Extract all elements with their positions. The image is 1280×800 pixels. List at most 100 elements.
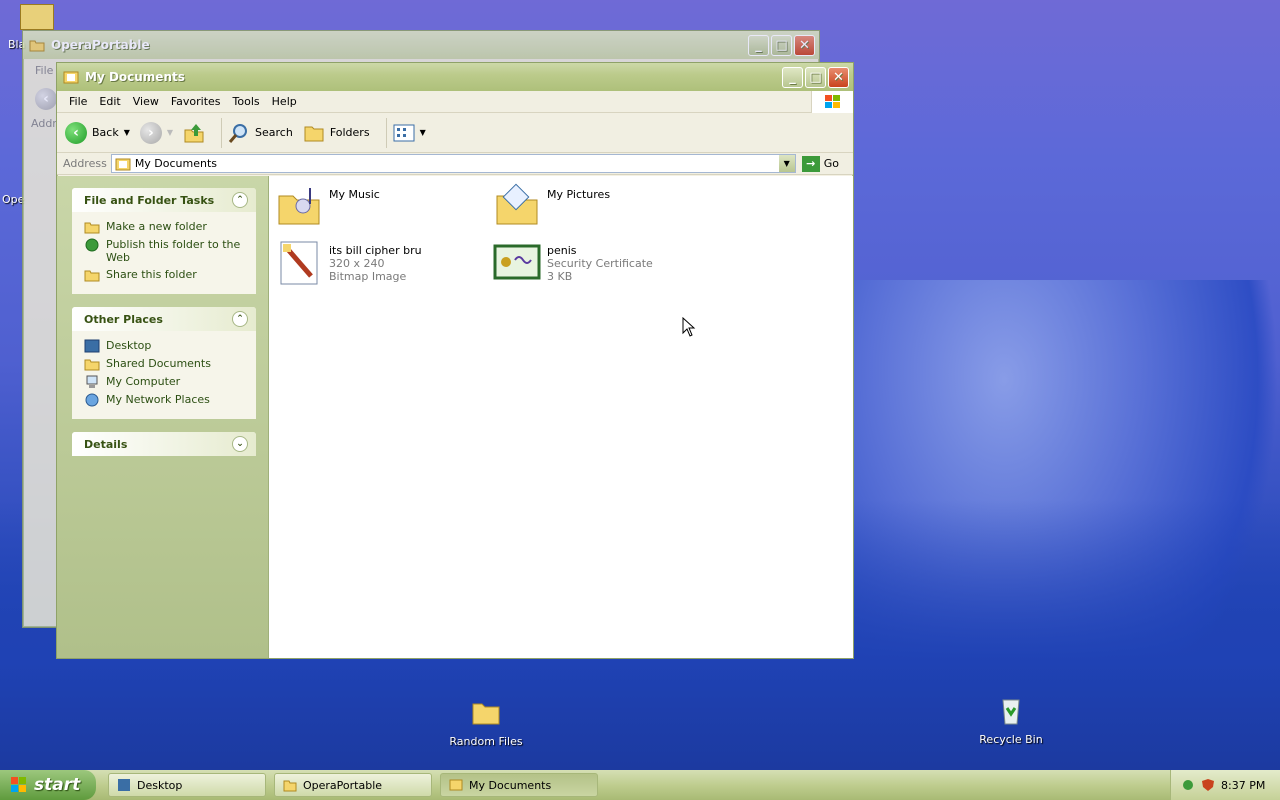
- go-button[interactable]: → Go: [801, 155, 839, 172]
- taskbar-item-desktop[interactable]: Desktop: [108, 773, 266, 797]
- my-computer-link[interactable]: My Computer: [84, 375, 250, 389]
- link-label: Shared Documents: [106, 357, 211, 370]
- file-name: penis: [547, 244, 577, 257]
- chevron-down-icon: ▼: [166, 128, 174, 137]
- menu-edit[interactable]: Edit: [93, 95, 126, 108]
- close-button[interactable]: ✕: [828, 66, 849, 88]
- panel-title: Details: [84, 437, 128, 451]
- search-button[interactable]: Search: [228, 122, 293, 144]
- file-item-bitmap[interactable]: its bill cipher bru 320 x 240 Bitmap Ima…: [275, 238, 485, 286]
- file-type: Security Certificate: [547, 257, 653, 270]
- desktop-icon-random-files[interactable]: Random Files: [441, 696, 531, 748]
- desktop-icon-label: Random Files: [449, 735, 523, 748]
- forward-button[interactable]: › ▼: [139, 121, 174, 144]
- panel-title: File and Folder Tasks: [84, 193, 215, 207]
- up-folder-button[interactable]: [183, 122, 205, 144]
- maximize-button[interactable]: □: [771, 34, 792, 56]
- desktop-icon-partial[interactable]: [20, 4, 54, 30]
- make-new-folder-link[interactable]: Make a new folder: [84, 220, 250, 234]
- certificate-icon: [493, 244, 541, 280]
- music-folder-icon: [278, 188, 320, 225]
- expand-icon[interactable]: ⌄: [232, 436, 248, 452]
- titlebar[interactable]: OperaPortable _ □ ✕: [23, 31, 819, 59]
- panel-header[interactable]: Other Places ⌃: [72, 307, 256, 331]
- file-type: Bitmap Image: [329, 270, 407, 283]
- link-label: My Computer: [106, 375, 181, 388]
- collapse-icon[interactable]: ⌃: [232, 311, 248, 327]
- start-button[interactable]: start: [0, 770, 96, 800]
- close-button[interactable]: ✕: [794, 34, 815, 56]
- file-item-certificate[interactable]: penis Security Certificate 3 KB: [493, 238, 703, 286]
- link-label: My Network Places: [106, 393, 210, 406]
- taskbar-item-operaportable[interactable]: OperaPortable: [274, 773, 432, 797]
- panel-title: Other Places: [84, 312, 163, 326]
- link-label: Share this folder: [106, 268, 197, 281]
- link-label: Desktop: [106, 339, 152, 352]
- task-label: OperaPortable: [303, 778, 383, 792]
- folders-label: Folders: [329, 126, 370, 139]
- network-tray-icon[interactable]: [1181, 778, 1195, 792]
- views-button[interactable]: ▼: [393, 124, 426, 142]
- pictures-folder-icon: [496, 183, 538, 225]
- link-label: Publish this folder to the Web: [106, 238, 241, 264]
- desktop-icon-recycle-bin[interactable]: Recycle Bin: [966, 694, 1056, 746]
- folder-icon: [84, 359, 100, 371]
- taskbar-item-my-documents[interactable]: My Documents: [440, 773, 598, 797]
- toolbar-separator: [385, 117, 387, 148]
- menu-file[interactable]: File: [63, 95, 93, 108]
- window-title: My Documents: [85, 70, 185, 84]
- minimize-button[interactable]: _: [748, 34, 769, 56]
- menu-view[interactable]: View: [127, 95, 165, 108]
- shared-documents-link[interactable]: Shared Documents: [84, 357, 250, 371]
- windows-logo-icon: [11, 777, 26, 792]
- file-name: My Pictures: [547, 188, 611, 201]
- minimize-button[interactable]: _: [782, 66, 803, 88]
- go-label: Go: [823, 157, 839, 170]
- security-shield-icon[interactable]: [1201, 778, 1215, 792]
- desktop-icon: [84, 339, 100, 353]
- chevron-down-icon[interactable]: ▼: [124, 128, 130, 137]
- share-folder-link[interactable]: Share this folder: [84, 268, 250, 282]
- folders-button[interactable]: Folders: [303, 122, 370, 144]
- maximize-button[interactable]: □: [805, 66, 826, 88]
- globe-icon: [85, 238, 99, 252]
- content-area: File and Folder Tasks ⌃ Make a new folde…: [57, 176, 853, 658]
- folders-icon: [304, 126, 324, 141]
- back-icon[interactable]: ‹: [35, 88, 57, 110]
- desktop-link[interactable]: Desktop: [84, 339, 250, 353]
- back-button[interactable]: ‹ Back ▼: [65, 121, 130, 144]
- desktop-icon-label: Recycle Bin: [979, 733, 1043, 746]
- menu-file[interactable]: File: [35, 64, 53, 77]
- back-label: Back: [92, 126, 119, 139]
- file-name: My Music: [329, 188, 380, 201]
- collapse-icon[interactable]: ⌃: [232, 192, 248, 208]
- file-item-my-pictures[interactable]: My Pictures: [493, 182, 703, 230]
- file-list: My Music My Pictures its bill cipher bru…: [269, 176, 853, 658]
- recycle-bin-icon: [1002, 699, 1020, 725]
- publish-folder-link[interactable]: Publish this folder to the Web: [84, 238, 250, 264]
- toolbar-separator: [221, 117, 223, 148]
- search-icon: [228, 123, 248, 143]
- file-dimensions: 320 x 240: [329, 257, 385, 270]
- share-folder-icon: [84, 270, 100, 282]
- menu-tools[interactable]: Tools: [227, 95, 266, 108]
- menu-help[interactable]: Help: [266, 95, 303, 108]
- window-title: OperaPortable: [51, 38, 150, 52]
- my-network-places-link[interactable]: My Network Places: [84, 393, 250, 407]
- panel-header[interactable]: File and Folder Tasks ⌃: [72, 188, 256, 212]
- address-input[interactable]: My Documents ▼: [110, 154, 796, 173]
- desktop-icon: [118, 779, 130, 791]
- address-dropdown-button[interactable]: ▼: [778, 155, 795, 172]
- file-item-my-music[interactable]: My Music: [275, 182, 485, 230]
- menu-favorites[interactable]: Favorites: [165, 95, 227, 108]
- panel-header[interactable]: Details ⌄: [72, 432, 256, 456]
- windows-logo-icon: [811, 91, 853, 113]
- clock[interactable]: 8:37 PM: [1221, 779, 1265, 792]
- my-documents-window[interactable]: My Documents _ □ ✕ File Edit View Favori…: [56, 62, 854, 659]
- file-folder-tasks-panel: File and Folder Tasks ⌃ Make a new folde…: [72, 188, 256, 294]
- folder-icon: [29, 38, 45, 52]
- titlebar[interactable]: My Documents _ □ ✕: [57, 63, 853, 91]
- up-folder-icon: [184, 123, 204, 142]
- forward-arrow-icon: ›: [139, 121, 162, 144]
- address-label: Address: [63, 157, 107, 170]
